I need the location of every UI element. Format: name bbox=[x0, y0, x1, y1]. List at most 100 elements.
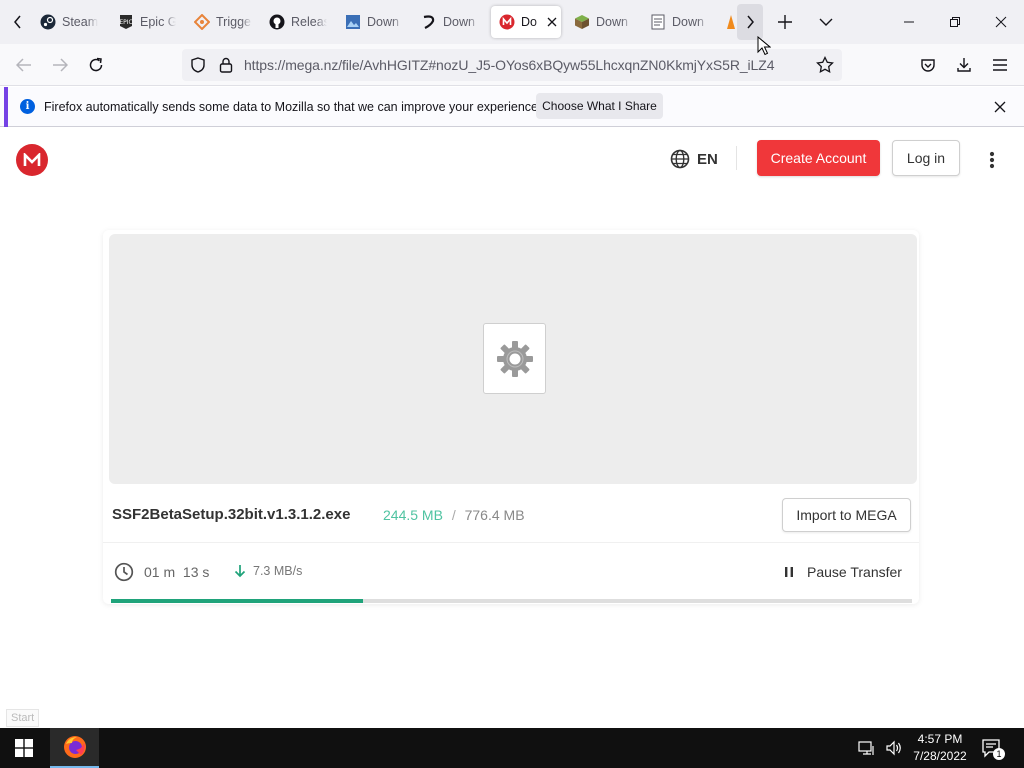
tab-download-4[interactable]: Down bbox=[650, 6, 708, 38]
forward-button[interactable] bbox=[45, 50, 75, 80]
system-clock[interactable]: 4:57 PM 7/28/2022 bbox=[908, 731, 972, 765]
restore-icon bbox=[950, 17, 960, 27]
action-center-button[interactable]: 1 bbox=[980, 736, 1005, 760]
system-tray bbox=[858, 728, 903, 768]
github-icon bbox=[269, 14, 285, 30]
tab-trigger[interactable]: Trigge bbox=[194, 6, 252, 38]
url-text[interactable]: https://mega.nz/file/AvhHGITZ#nozU_J5-OY… bbox=[244, 57, 774, 73]
trigger-icon bbox=[194, 13, 211, 31]
more-vertical-icon bbox=[989, 151, 995, 169]
mega-m-icon bbox=[23, 153, 41, 166]
close-icon bbox=[994, 101, 1006, 113]
volume-icon[interactable] bbox=[885, 740, 903, 756]
hamburger-menu-icon bbox=[993, 59, 1007, 71]
tab-steam[interactable]: Steam bbox=[40, 6, 98, 38]
tab-label: Epic G bbox=[140, 15, 176, 29]
pocket-button[interactable] bbox=[913, 50, 943, 80]
mouse-cursor-icon bbox=[757, 35, 772, 61]
restore-button[interactable] bbox=[932, 0, 978, 44]
app-menu-button[interactable] bbox=[985, 50, 1015, 80]
tab-download-2[interactable]: Down bbox=[421, 6, 479, 38]
scroll-tabs-left-button[interactable] bbox=[8, 12, 28, 32]
minimize-button[interactable] bbox=[886, 0, 932, 44]
mega-logo[interactable] bbox=[16, 144, 48, 176]
close-notification-button[interactable] bbox=[990, 97, 1010, 117]
notification-count-badge: 1 bbox=[993, 748, 1005, 760]
reload-icon bbox=[89, 57, 103, 72]
file-size-progress: 244.5 MB / 776.4 MB bbox=[383, 507, 525, 523]
firefox-taskbar-button[interactable] bbox=[50, 728, 99, 768]
header-divider bbox=[736, 146, 737, 170]
choose-what-i-share-button[interactable]: Choose What I Share bbox=[536, 93, 663, 119]
info-icon: i bbox=[20, 99, 35, 114]
tab-download-1[interactable]: Down bbox=[345, 6, 403, 38]
tab-download-3[interactable]: Down bbox=[574, 6, 632, 38]
pause-transfer-label: Pause Transfer bbox=[807, 564, 902, 580]
language-selector[interactable]: EN bbox=[670, 148, 718, 170]
new-tab-button[interactable] bbox=[773, 10, 797, 34]
log-in-button[interactable]: Log in bbox=[892, 140, 960, 176]
tab-label: Down bbox=[596, 15, 628, 29]
arrow-down-icon bbox=[234, 565, 246, 578]
epic-games-icon: EPIC bbox=[118, 14, 134, 30]
list-all-tabs-button[interactable] bbox=[814, 10, 838, 34]
file-download-card: SSF2BetaSetup.32bit.v1.3.1.2.exe 244.5 M… bbox=[103, 230, 919, 604]
navigation-toolbar: https://mega.nz/file/AvhHGITZ#nozU_J5-OY… bbox=[0, 44, 1024, 86]
more-menu-button[interactable] bbox=[982, 148, 1002, 172]
chevron-right-icon bbox=[747, 15, 754, 29]
back-button[interactable] bbox=[9, 50, 39, 80]
bookmark-star-icon[interactable] bbox=[816, 55, 834, 79]
language-code: EN bbox=[697, 150, 718, 168]
downloads-button[interactable] bbox=[949, 50, 979, 80]
firefox-icon bbox=[63, 736, 86, 758]
minecraft-icon bbox=[574, 14, 590, 30]
tab-label: Do bbox=[521, 15, 537, 29]
pocket-icon bbox=[921, 59, 935, 72]
chevron-left-icon bbox=[14, 15, 21, 29]
card-divider bbox=[103, 542, 919, 543]
close-window-button[interactable] bbox=[978, 0, 1024, 44]
tab-label: Steam bbox=[62, 15, 98, 29]
pause-transfer-button[interactable]: Pause Transfer bbox=[784, 564, 902, 580]
document-icon bbox=[650, 14, 666, 30]
tracking-protection-icon[interactable] bbox=[190, 57, 206, 78]
size-separator: / bbox=[451, 507, 456, 523]
tab-strip: Steam EPIC Epic G Trigge Releas Down Dow… bbox=[0, 0, 1024, 44]
reload-button[interactable] bbox=[81, 50, 111, 80]
site-security-icon[interactable] bbox=[219, 57, 233, 78]
windows-taskbar: 4:57 PM 7/28/2022 1 bbox=[0, 728, 1024, 768]
download-progress-fill bbox=[111, 599, 364, 603]
scroll-tabs-right-button[interactable] bbox=[737, 4, 763, 40]
start-tooltip: Start bbox=[6, 709, 40, 727]
time-remaining-text: 01 m 13 s bbox=[144, 564, 210, 580]
tab-epic-games[interactable]: EPIC Epic G bbox=[118, 6, 176, 38]
create-account-button[interactable]: Create Account bbox=[757, 140, 880, 176]
chevron-down-icon bbox=[819, 18, 833, 26]
minimize-icon bbox=[904, 21, 914, 23]
svg-text:EPIC: EPIC bbox=[119, 19, 132, 26]
close-tab-icon[interactable] bbox=[547, 17, 557, 27]
mega-icon bbox=[499, 14, 515, 30]
transfer-speed: 7.3 MB/s bbox=[234, 564, 302, 578]
clock-date: 7/28/2022 bbox=[913, 749, 967, 763]
download-site-icon bbox=[421, 14, 437, 30]
tab-label: Down bbox=[367, 15, 399, 29]
notification-message: Firefox automatically sends some data to… bbox=[44, 100, 542, 114]
download-icon bbox=[957, 58, 971, 72]
globe-icon bbox=[670, 149, 690, 169]
data-reporting-notification: i Firefox automatically sends some data … bbox=[0, 87, 1024, 127]
downloaded-size: 244.5 MB bbox=[383, 507, 443, 523]
start-button[interactable] bbox=[0, 728, 48, 768]
image-site-icon bbox=[345, 14, 361, 30]
download-progress-bar bbox=[111, 599, 912, 603]
tab-mega-active[interactable]: Do bbox=[491, 6, 561, 38]
address-bar[interactable]: https://mega.nz/file/AvhHGITZ#nozU_J5-OY… bbox=[182, 49, 842, 81]
network-icon[interactable] bbox=[858, 740, 876, 756]
tab-github-releases[interactable]: Releas bbox=[269, 6, 327, 38]
transfer-speed-text: 7.3 MB/s bbox=[253, 564, 303, 578]
steam-icon bbox=[40, 14, 56, 30]
tab-label: Down bbox=[672, 15, 704, 29]
close-icon bbox=[995, 16, 1007, 28]
import-to-mega-button[interactable]: Import to MEGA bbox=[782, 498, 911, 532]
clock-icon bbox=[114, 562, 134, 582]
